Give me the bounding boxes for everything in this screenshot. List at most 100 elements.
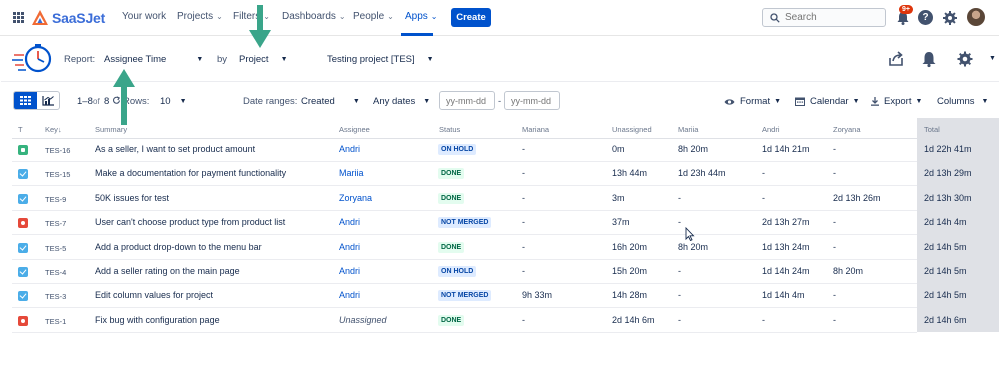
grid-view-button[interactable] <box>14 92 37 109</box>
format-button[interactable]: Format ▼ <box>724 96 781 107</box>
gear-icon[interactable] <box>942 10 958 26</box>
header-summary[interactable]: Summary <box>95 125 127 134</box>
issue-key[interactable]: TES-9 <box>45 195 66 204</box>
date-field-dropdown[interactable]: Created ▼ <box>301 96 360 107</box>
caret-down-icon: ▼ <box>280 56 288 63</box>
user-avatar[interactable] <box>967 8 985 26</box>
status-badge: DONE <box>438 168 465 180</box>
calendar-icon <box>795 97 805 106</box>
brand-logo[interactable]: SaaSJet <box>31 8 105 28</box>
calendar-button[interactable]: Calendar ▼ <box>795 96 860 107</box>
issue-summary[interactable]: Make a documentation for payment functio… <box>95 168 286 178</box>
columns-button[interactable]: Columns ▼ <box>937 96 988 107</box>
header-total[interactable]: Total <box>924 125 940 134</box>
table-row[interactable]: TES-5 Add a product drop-down to the menu… <box>12 236 967 260</box>
cell-mariia: - <box>678 192 681 203</box>
table-row[interactable]: TES-9 50K issues for test Zoryana DONE - 3m - -… <box>12 187 972 211</box>
table-row[interactable]: TES-16 As a seller, I want to set product… <box>12 138 972 162</box>
issue-key[interactable]: TES-15 <box>45 170 70 179</box>
table-row[interactable]: TES-15 Make a documentation for payment f… <box>12 162 972 187</box>
issue-summary[interactable]: Fix bug with configuration page <box>95 315 220 325</box>
caret-down-icon: ▼ <box>426 56 434 63</box>
nav-your-work[interactable]: Your work <box>122 11 166 22</box>
annotation-arrow-down <box>249 5 271 48</box>
assignee-name[interactable]: Andri <box>339 144 360 154</box>
assignee-name[interactable]: Andri <box>339 290 360 300</box>
header-zoryana[interactable]: Zoryana <box>833 125 861 134</box>
header-key[interactable]: Key↓ <box>45 125 62 134</box>
issue-summary[interactable]: Add a product drop-down to the menu bar <box>95 242 262 252</box>
issue-key[interactable]: TES-16 <box>45 146 70 155</box>
nav-people[interactable]: People ⌄ <box>353 11 394 22</box>
export-button[interactable]: Export ▼ <box>871 96 922 107</box>
header-status[interactable]: Status <box>439 125 460 134</box>
table-row[interactable]: TES-3 Edit column values for project Andri… <box>12 284 967 309</box>
issue-key[interactable]: TES-5 <box>45 244 66 253</box>
bell-icon[interactable] <box>920 50 938 68</box>
report-type-dropdown[interactable]: Assignee Time ▼ <box>104 54 203 65</box>
assignee-name[interactable]: Zoryana <box>339 193 372 203</box>
app-grid-icon[interactable] <box>13 12 24 23</box>
settings-gear-icon[interactable] <box>956 50 974 68</box>
cell-zoryana: - <box>833 290 836 301</box>
nav-dashboards[interactable]: Dashboards ⌄ <box>282 11 346 22</box>
assignee-name[interactable]: Mariia <box>339 168 364 178</box>
table-row[interactable]: TES-1 Fix bug with configuration page Unas… <box>12 309 967 333</box>
pagination-of-label: of <box>93 97 100 106</box>
by-label: by <box>217 54 228 65</box>
issue-key[interactable]: TES-7 <box>45 219 66 228</box>
caret-down-icon[interactable]: ▼ <box>989 55 996 62</box>
report-clock-logo <box>12 44 52 73</box>
search-box[interactable] <box>762 8 886 27</box>
header-andri[interactable]: Andri <box>762 125 780 134</box>
divider <box>1 81 999 82</box>
cell-unassigned-time: 16h 20m <box>612 241 648 252</box>
brand-name: SaaSJet <box>52 10 106 26</box>
cell-unassigned-time: 37m <box>612 217 630 228</box>
date-separator: - <box>498 96 502 107</box>
issue-key[interactable]: TES-1 <box>45 317 66 326</box>
table-row[interactable]: TES-4 Add a seller rating on the main pag… <box>12 260 967 284</box>
cell-total: 2d 14h 4m <box>924 217 967 228</box>
issue-summary[interactable]: User can't choose product type from prod… <box>95 217 285 227</box>
cell-mariia: 8h 20m <box>678 144 709 154</box>
header-mariia[interactable]: Mariia <box>678 125 698 134</box>
nav-apps[interactable]: Apps ⌄ <box>405 11 438 22</box>
group-by-dropdown[interactable]: Project ▼ <box>239 54 288 65</box>
issue-summary[interactable]: Add a seller rating on the main page <box>95 266 240 276</box>
assignee-name[interactable]: Andri <box>339 266 360 276</box>
date-from-input[interactable] <box>439 91 495 110</box>
help-icon[interactable]: ? <box>918 10 933 25</box>
cell-unassigned-time: 0m <box>612 144 625 154</box>
assignee-name[interactable]: Unassigned <box>339 315 387 325</box>
caret-down-icon: ▼ <box>196 56 204 63</box>
issue-key[interactable]: TES-3 <box>45 292 66 301</box>
issue-summary[interactable]: Edit column values for project <box>95 290 213 300</box>
create-button[interactable]: Create <box>451 8 491 27</box>
issue-key[interactable]: TES-4 <box>45 268 66 277</box>
share-icon[interactable] <box>887 50 905 68</box>
cell-andri: 1d 14h 21m <box>762 144 810 154</box>
status-badge: NOT MERGED <box>438 290 492 302</box>
table-row[interactable]: TES-7 User can't choose product type from… <box>12 211 967 236</box>
caret-down-icon: ▼ <box>774 98 782 105</box>
notification-count-badge: 9+ <box>899 5 913 14</box>
search-input[interactable] <box>785 12 880 23</box>
issue-summary[interactable]: As a seller, I want to set product amoun… <box>95 144 255 154</box>
view-toggle <box>13 91 60 110</box>
date-period-dropdown[interactable]: Any dates ▼ <box>373 96 430 107</box>
rows-per-page-dropdown[interactable]: 10 ▼ <box>160 96 187 107</box>
cell-zoryana: - <box>833 144 836 154</box>
chart-view-button[interactable] <box>37 92 60 109</box>
issue-summary[interactable]: 50K issues for test <box>95 193 169 203</box>
header-assignee[interactable]: Assignee <box>339 125 370 134</box>
date-to-input[interactable] <box>504 91 560 110</box>
project-dropdown[interactable]: Testing project [TES] ▼ <box>327 54 434 65</box>
chevron-down-icon: ⌄ <box>387 12 394 21</box>
nav-projects[interactable]: Projects ⌄ <box>177 11 223 22</box>
assignee-name[interactable]: Andri <box>339 242 360 252</box>
header-mariana[interactable]: Mariana <box>522 125 549 134</box>
assignee-name[interactable]: Andri <box>339 217 360 227</box>
header-unassigned[interactable]: Unassigned <box>612 125 652 134</box>
date-ranges-label: Date ranges: <box>243 96 298 107</box>
